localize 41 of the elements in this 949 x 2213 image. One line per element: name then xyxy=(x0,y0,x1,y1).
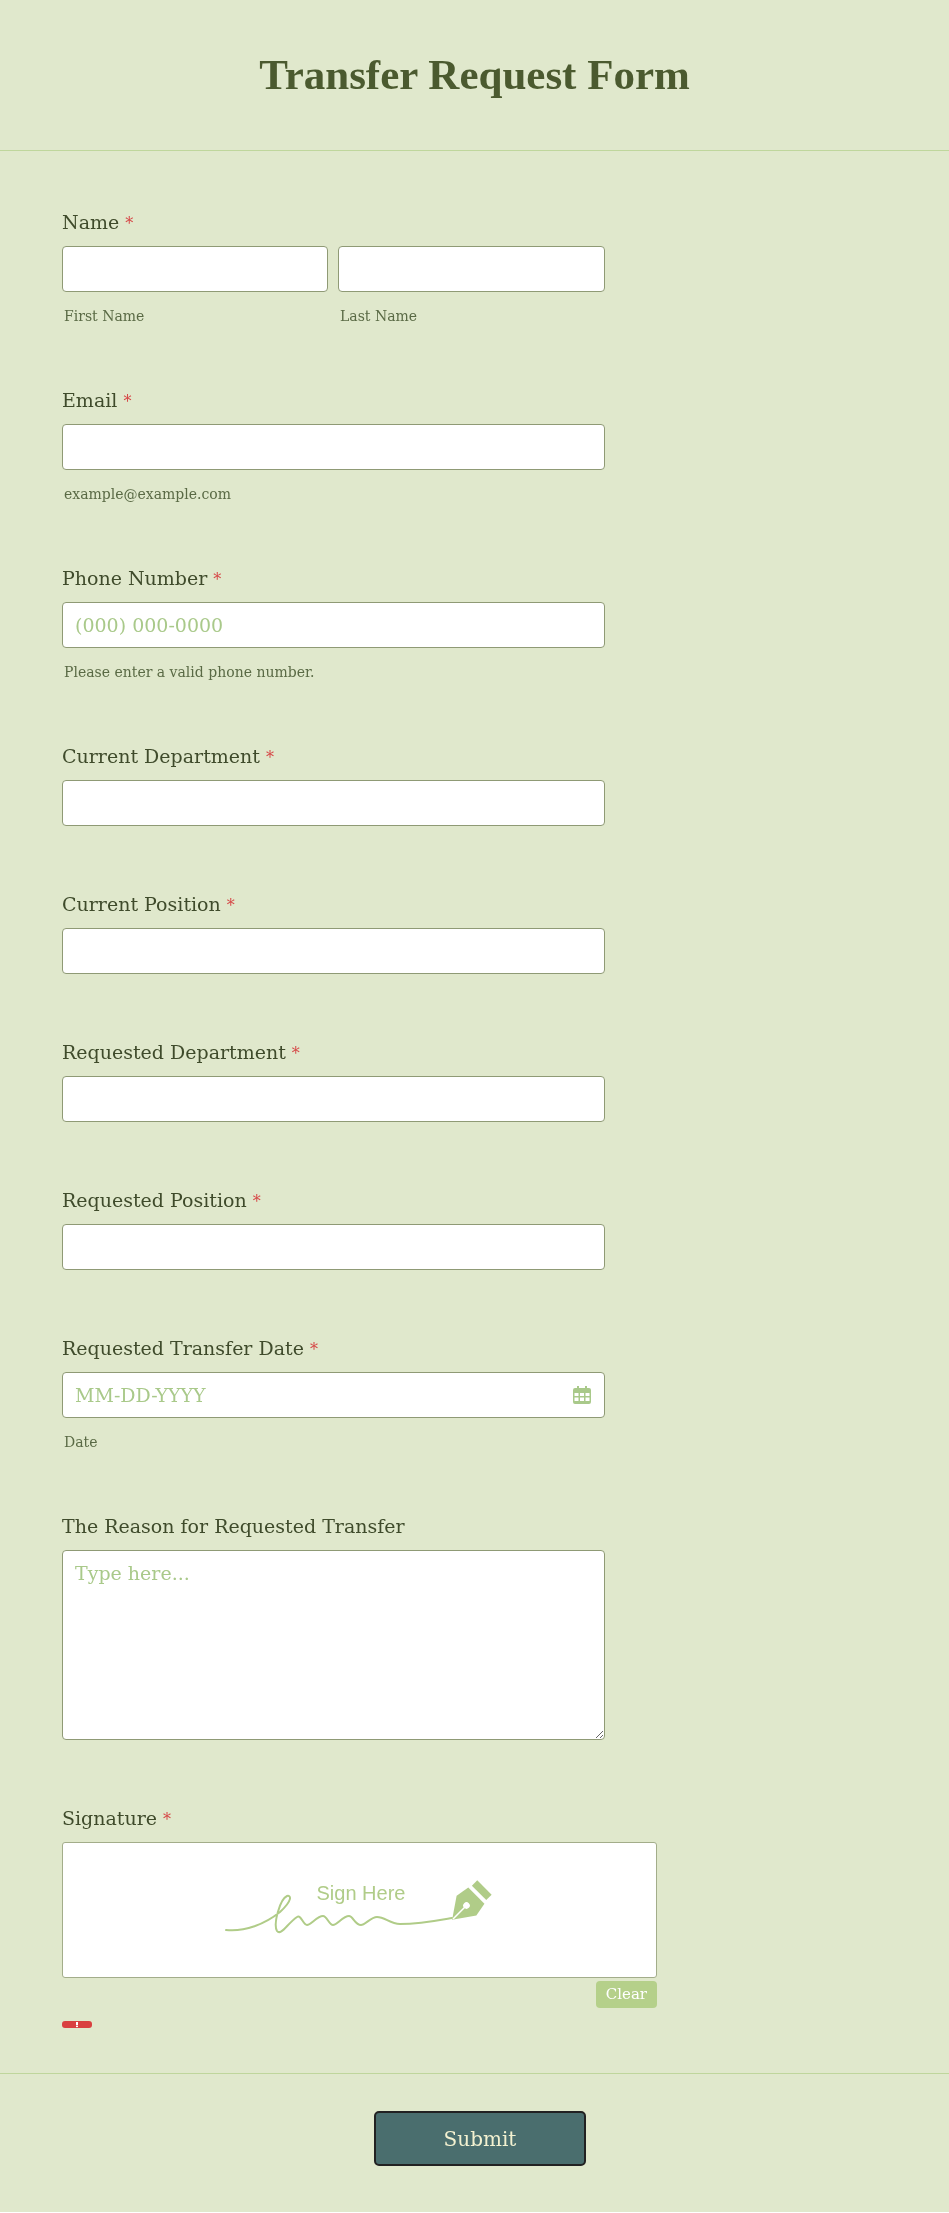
text-area[interactable]: Type here... xyxy=(62,1550,605,1740)
text-input[interactable] xyxy=(338,246,605,292)
required-asterisk: * xyxy=(163,1810,172,1830)
field-label: Current Position xyxy=(62,892,221,916)
clear-button[interactable]: Clear xyxy=(595,1981,657,2008)
field-label: Requested Position xyxy=(62,1188,247,1212)
field-sublabel: Please enter a valid phone number. xyxy=(64,663,315,682)
field-label: The Reason for Requested Transfer xyxy=(62,1514,405,1538)
field-label: Phone Number xyxy=(62,566,208,590)
required-asterisk: * xyxy=(291,1044,300,1064)
text-input[interactable]: (000) 000-0000 xyxy=(62,602,605,648)
required-asterisk: * xyxy=(309,1340,318,1360)
required-asterisk: * xyxy=(123,392,132,412)
required-asterisk: * xyxy=(226,896,235,916)
field-sublabel: Date xyxy=(64,1433,98,1452)
text-input[interactable] xyxy=(62,424,605,470)
date-input[interactable]: MM-DD-YYYY xyxy=(62,1372,605,1418)
required-asterisk: * xyxy=(125,214,134,234)
submit-button[interactable]: Submit xyxy=(374,2111,586,2166)
field-label: Email xyxy=(62,388,118,412)
signature-pad[interactable]: Sign Here xyxy=(62,1842,657,1978)
field-sublabel: example@example.com xyxy=(64,485,232,504)
field-label: Requested Department xyxy=(62,1040,286,1064)
form-title: Transfer Request Form xyxy=(259,50,690,100)
required-asterisk: * xyxy=(252,1192,261,1212)
field-sublabel: Last Name xyxy=(340,307,418,326)
required-asterisk: * xyxy=(265,748,274,768)
required-asterisk: * xyxy=(213,570,222,590)
field-sublabel: First Name xyxy=(64,307,145,326)
text-input[interactable] xyxy=(62,928,605,974)
calendar-icon[interactable] xyxy=(573,1386,591,1404)
field-label: Current Department xyxy=(62,744,260,768)
field-label: Signature xyxy=(62,1806,158,1830)
field-label: Name xyxy=(62,210,120,234)
text-input[interactable] xyxy=(62,1224,605,1270)
fountain-pen-icon xyxy=(450,1880,493,1920)
text-input[interactable] xyxy=(62,1076,605,1122)
field-label: Requested Transfer Date xyxy=(62,1336,304,1360)
text-input[interactable] xyxy=(62,246,328,292)
text-input[interactable] xyxy=(62,780,605,826)
sign-here-text: Sign Here xyxy=(316,1881,406,1905)
